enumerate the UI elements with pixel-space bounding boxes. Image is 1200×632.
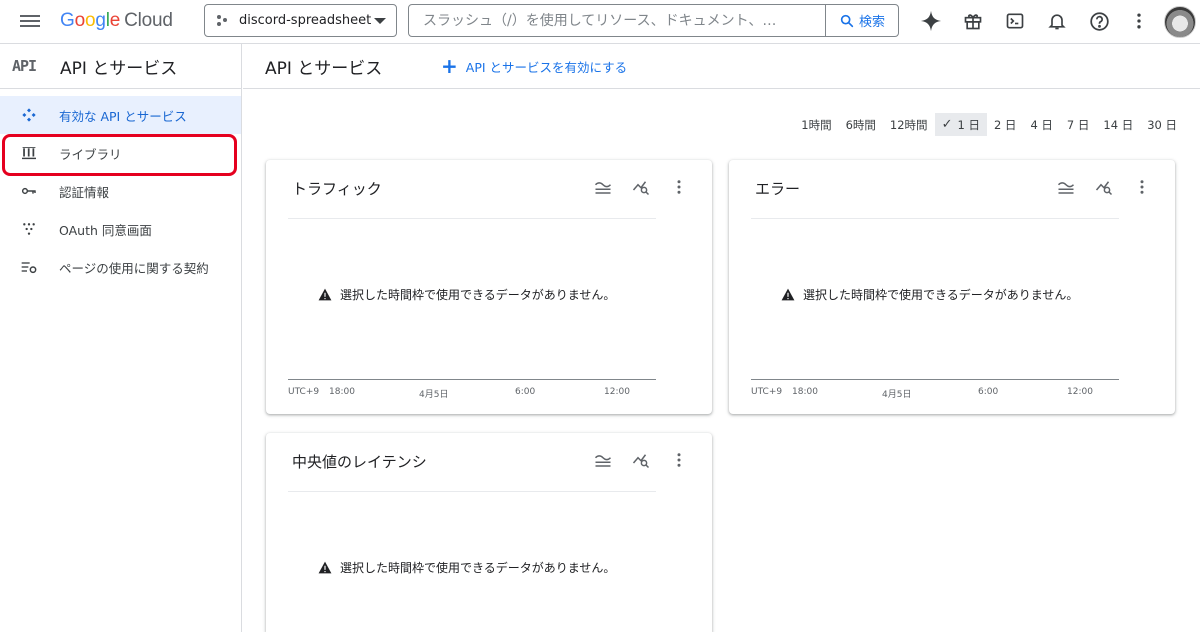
project-dots-icon	[217, 14, 229, 27]
google-cloud-logo[interactable]: Google Cloud	[60, 10, 173, 32]
library-icon	[20, 144, 38, 162]
api-badge-icon: API	[12, 57, 37, 75]
main-header: API とサービス + API とサービスを有効にする	[243, 44, 1200, 89]
explore-chart-icon[interactable]	[1093, 176, 1115, 198]
enabled-apis-icon	[20, 106, 38, 124]
axis-tick-label: UTC+9	[751, 387, 783, 397]
page-title: API とサービス	[265, 58, 383, 79]
project-name: discord-spreadsheet	[239, 13, 372, 28]
axis-tick-label: 6:00	[515, 387, 536, 397]
divider	[288, 218, 656, 219]
range-1d[interactable]: ✓ 1 日	[934, 113, 987, 136]
no-data-message: 選択した時間枠で使用できるデータがありません。	[318, 559, 615, 576]
errors-card: エラー 選択した時間枠で使用できるデータがありません。 UTC+9 18:00 …	[729, 160, 1175, 414]
traffic-card: トラフィック 選択した時間枠で使用できるデータがありません。 UTC+9 18:…	[266, 160, 712, 414]
side-nav: API API とサービス 有効な API とサービス ライブラリ 認証情報 O…	[0, 44, 242, 632]
bell-icon[interactable]	[1045, 9, 1069, 33]
check-icon: ✓	[941, 117, 953, 132]
help-icon[interactable]	[1087, 9, 1111, 33]
key-icon	[20, 182, 38, 200]
caret-down-icon	[374, 18, 386, 24]
no-data-message: 選択した時間枠で使用できるデータがありません。	[781, 286, 1078, 303]
axis-tick-label: 18:00	[329, 387, 355, 397]
axis-tick-label: 4月5日	[882, 390, 912, 400]
search-button[interactable]: 検索	[825, 5, 898, 36]
axis-tick-label: 12:00	[1067, 387, 1093, 397]
axis-tick-label: 12:00	[604, 387, 630, 397]
no-data-message: 選択した時間枠で使用できるデータがありません。	[318, 286, 615, 303]
sidebar-item-label: 有効な API とサービス	[59, 108, 187, 124]
axis-tick-label: UTC+9	[288, 387, 320, 397]
top-bar: GoogleCloud discord-spreadsheet 検索	[0, 0, 1200, 44]
axis-tick-label: 18:00	[792, 387, 818, 397]
sidebar-item-label: ライブラリ	[59, 146, 122, 162]
range-30d[interactable]: 30 日	[1140, 113, 1184, 136]
time-range-selector: 1時間 6時間 12時間 ✓ 1 日 2 日 4 日 7 日 14 日 30 日	[794, 113, 1184, 136]
x-axis-line	[288, 379, 656, 380]
sidebar-item-label: 認証情報	[59, 184, 110, 200]
range-7d[interactable]: 7 日	[1060, 113, 1096, 136]
sidebar-item-credentials[interactable]: 認証情報	[0, 172, 241, 210]
main-menu-icon[interactable]	[20, 12, 40, 30]
legend-toggle-icon[interactable]	[592, 176, 614, 198]
settings-list-icon	[20, 258, 38, 276]
explore-chart-icon[interactable]	[630, 449, 652, 471]
legend-toggle-icon[interactable]	[592, 449, 614, 471]
sidebar-item-enabled-apis[interactable]: 有効な API とサービス	[0, 96, 241, 134]
range-2d[interactable]: 2 日	[987, 113, 1023, 136]
range-4d[interactable]: 4 日	[1023, 113, 1059, 136]
card-title: トラフィック	[292, 180, 382, 198]
legend-toggle-icon[interactable]	[1055, 176, 1077, 198]
gift-icon[interactable]	[961, 9, 985, 33]
project-selector[interactable]: discord-spreadsheet	[204, 4, 397, 37]
card-title: 中央値のレイテンシ	[292, 453, 427, 471]
terminal-icon[interactable]	[1003, 9, 1027, 33]
divider	[288, 491, 656, 492]
latency-card: 中央値のレイテンシ 選択した時間枠で使用できるデータがありません。	[266, 433, 712, 632]
axis-tick-label: 4月5日	[419, 390, 449, 400]
search-input[interactable]	[409, 5, 825, 36]
divider	[751, 218, 1119, 219]
more-vert-icon[interactable]	[668, 176, 690, 198]
sidebar-item-label: OAuth 同意画面	[59, 222, 152, 238]
plus-icon: +	[441, 54, 458, 78]
warning-icon	[318, 288, 332, 301]
main-content: API とサービス + API とサービスを有効にする 1時間 6時間 12時間…	[243, 44, 1200, 632]
side-nav-title: API とサービス	[60, 58, 178, 79]
enable-apis-button[interactable]: + API とサービスを有効にする	[441, 56, 627, 76]
side-nav-header: API API とサービス	[0, 44, 241, 89]
sidebar-item-page-usage-agreements[interactable]: ページの使用に関する契約	[0, 248, 241, 286]
explore-chart-icon[interactable]	[630, 176, 652, 198]
search-bar: 検索	[408, 4, 899, 37]
range-1h[interactable]: 1時間	[794, 113, 838, 136]
sparkle-icon[interactable]	[919, 9, 943, 33]
warning-icon	[781, 288, 795, 301]
sidebar-item-label: ページの使用に関する契約	[59, 260, 209, 276]
sidebar-item-library[interactable]: ライブラリ	[0, 134, 241, 172]
range-14d[interactable]: 14 日	[1096, 113, 1140, 136]
avatar[interactable]	[1164, 6, 1196, 38]
search-icon	[840, 14, 854, 27]
warning-icon	[318, 561, 332, 574]
range-6h[interactable]: 6時間	[839, 113, 883, 136]
range-12h[interactable]: 12時間	[883, 113, 935, 136]
more-vert-icon[interactable]	[668, 449, 690, 471]
axis-tick-label: 6:00	[978, 387, 999, 397]
more-vert-icon[interactable]	[1127, 9, 1151, 33]
more-vert-icon[interactable]	[1131, 176, 1153, 198]
x-axis-line	[751, 379, 1119, 380]
consent-icon	[20, 220, 38, 238]
card-title: エラー	[755, 180, 801, 198]
sidebar-item-oauth-consent[interactable]: OAuth 同意画面	[0, 210, 241, 248]
